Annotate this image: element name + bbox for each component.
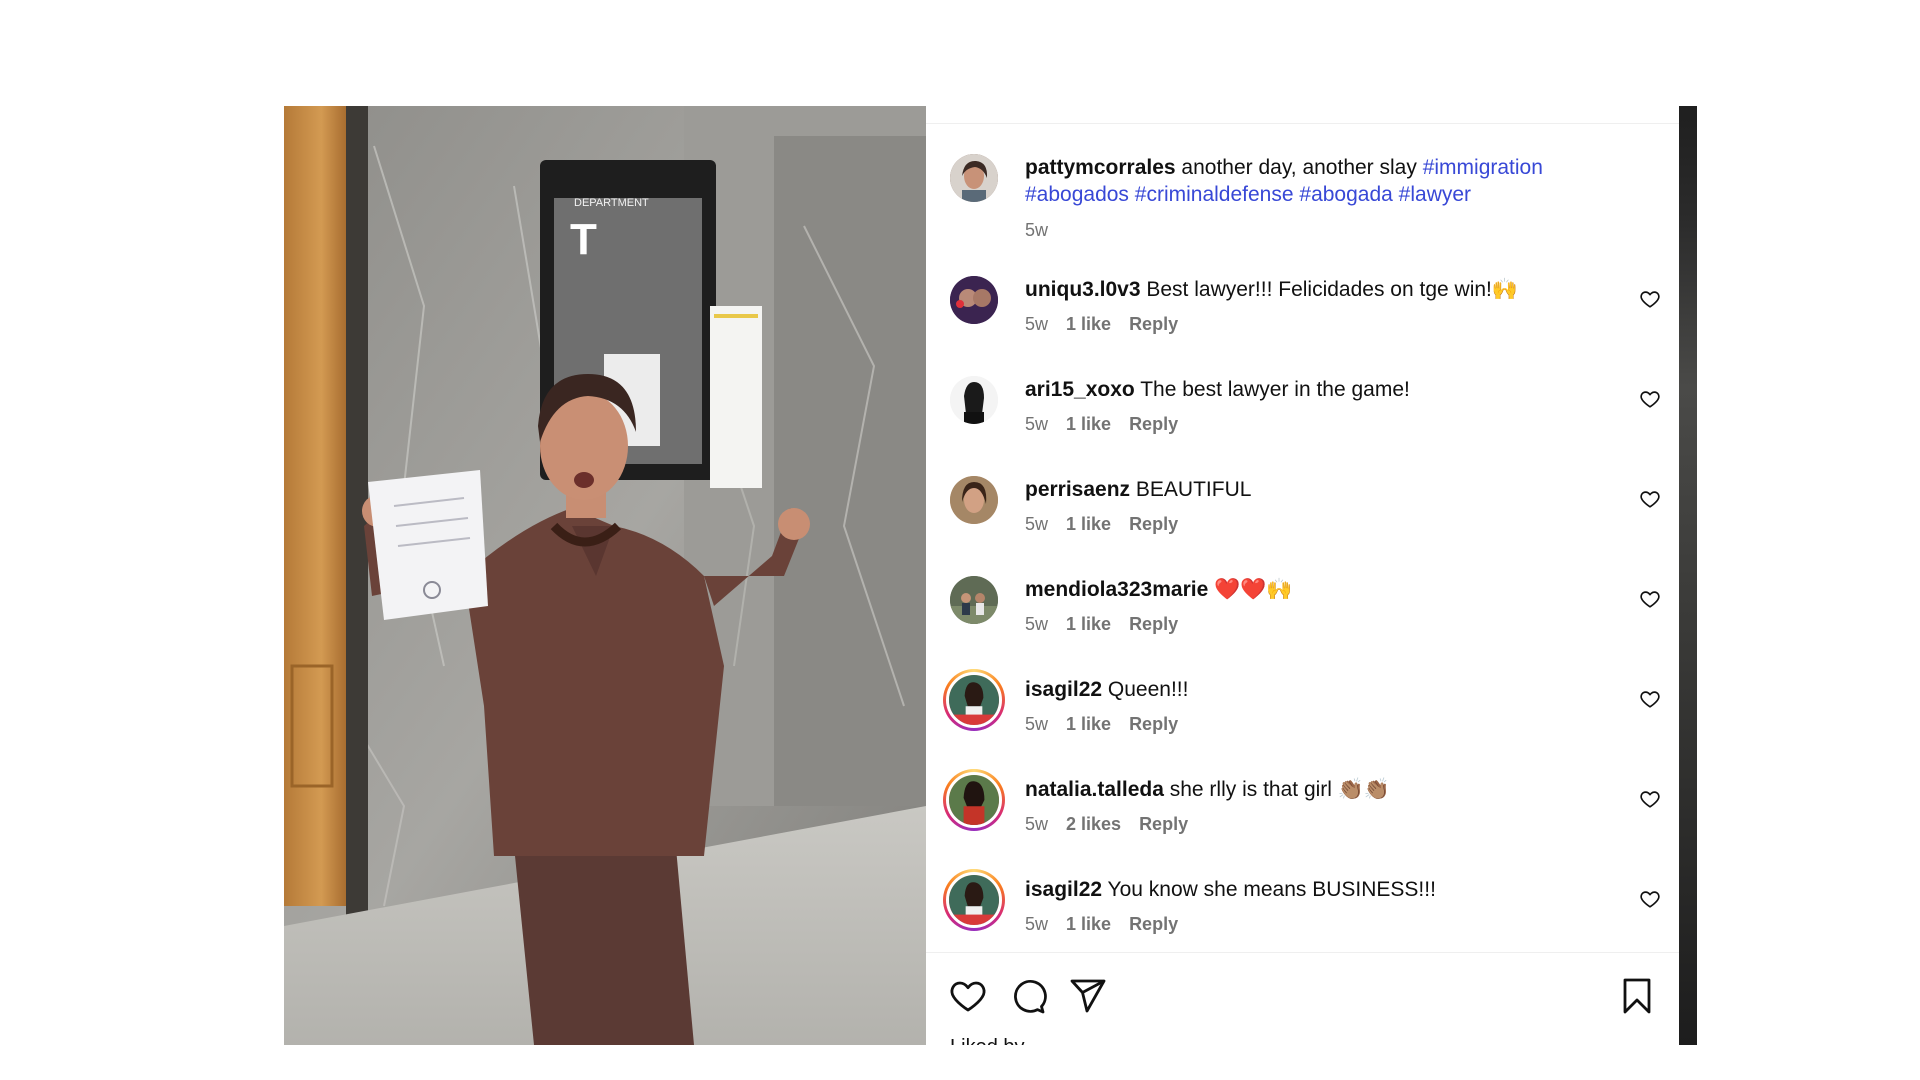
heart-icon[interactable] [1639, 688, 1661, 710]
comment-time[interactable]: 5w [1025, 714, 1048, 735]
comment-text: ❤️❤️🙌 [1214, 578, 1293, 601]
reply-button[interactable]: Reply [1129, 414, 1178, 435]
hashtag-link[interactable]: #immigration [1423, 156, 1543, 179]
next-post-edge [1679, 106, 1697, 1045]
caption-username[interactable]: pattymcorrales [1025, 156, 1176, 179]
avatar[interactable] [950, 476, 998, 524]
reply-button[interactable]: Reply [1129, 614, 1178, 635]
comment-text: she rlly is that girl 👏🏽👏🏽 [1169, 778, 1391, 801]
post-caption: pattymcorrales another day, another slay… [950, 154, 1679, 241]
avatar[interactable] [950, 154, 998, 202]
divider [926, 952, 1679, 953]
hashtag-link[interactable]: #abogados [1025, 183, 1129, 206]
comment-username[interactable]: isagil22 [1025, 678, 1102, 701]
hashtag-link[interactable]: #criminaldefense [1135, 183, 1294, 206]
comment-time[interactable]: 5w [1025, 814, 1048, 835]
comment-like-count[interactable]: 1 like [1066, 414, 1111, 435]
comments-panel: pattymcorrales another day, another slay… [926, 106, 1679, 1045]
avatar[interactable] [950, 376, 998, 424]
heart-icon[interactable] [1639, 788, 1661, 810]
comment-like-count[interactable]: 1 like [1066, 714, 1111, 735]
comment-username[interactable]: natalia.talleda [1025, 778, 1164, 801]
comment-item: isagil22 You know she means BUSINESS!!! … [943, 869, 1679, 935]
caption-text: another day, another slay [1181, 156, 1417, 179]
heart-icon[interactable] [1639, 888, 1661, 910]
comment-text: BEAUTIFUL [1135, 478, 1252, 501]
comment-text: Best lawyer!!! Felicidades on tge win!🙌 [1146, 278, 1519, 301]
paper-plane-icon[interactable] [1068, 976, 1108, 1016]
comment-text: You know she means BUSINESS!!! [1107, 878, 1436, 901]
comment-item: mendiola323marie ❤️❤️🙌 5w 1 like Reply [950, 576, 1679, 635]
post-media-video[interactable]: DEPARTMENT T [284, 106, 926, 1045]
heart-icon[interactable] [1639, 588, 1661, 610]
comment-username[interactable]: perrisaenz [1025, 478, 1130, 501]
avatar-story-ring[interactable] [943, 769, 1005, 831]
avatar-story-ring[interactable] [943, 869, 1005, 931]
heart-icon[interactable] [1639, 288, 1661, 310]
bookmark-icon[interactable] [1617, 976, 1657, 1016]
avatar[interactable] [950, 276, 998, 324]
comment-bubble-icon[interactable] [1008, 976, 1048, 1016]
avatar[interactable] [950, 576, 998, 624]
post-photo: DEPARTMENT T [284, 106, 926, 1045]
sign-letter-text: T [570, 215, 597, 264]
reply-button[interactable]: Reply [1129, 514, 1178, 535]
reply-button[interactable]: Reply [1129, 314, 1178, 335]
avatar-story-ring[interactable] [943, 669, 1005, 731]
comment-username[interactable]: uniqu3.l0v3 [1025, 278, 1141, 301]
comment-like-count[interactable]: 1 like [1066, 614, 1111, 635]
comment-time[interactable]: 5w [1025, 314, 1048, 335]
heart-icon[interactable] [1639, 388, 1661, 410]
comment-time[interactable]: 5w [1025, 914, 1048, 935]
comment-like-count[interactable]: 1 like [1066, 914, 1111, 935]
comment-text: The best lawyer in the game! [1140, 378, 1410, 401]
comment-username[interactable]: ari15_xoxo [1025, 378, 1135, 401]
comment-like-count[interactable]: 2 likes [1066, 814, 1121, 835]
comment-time[interactable]: 5w [1025, 414, 1048, 435]
comment-item: uniqu3.l0v3 Best lawyer!!! Felicidades o… [950, 276, 1679, 335]
comment-username[interactable]: mendiola323marie [1025, 578, 1208, 601]
comment-text: Queen!!! [1107, 678, 1189, 701]
comment-item: perrisaenz BEAUTIFUL 5w 1 like Reply [950, 476, 1679, 535]
comment-time[interactable]: 5w [1025, 514, 1048, 535]
comment-item: ari15_xoxo The best lawyer in the game! … [950, 376, 1679, 435]
comment-like-count[interactable]: 1 like [1066, 514, 1111, 535]
liked-by-text[interactable]: Liked by [950, 1036, 1025, 1045]
comments-list[interactable]: pattymcorrales another day, another slay… [926, 124, 1679, 1058]
reply-button[interactable]: Reply [1129, 914, 1178, 935]
heart-icon[interactable] [1639, 488, 1661, 510]
sign-department-text: DEPARTMENT [574, 197, 649, 209]
comment-time[interactable]: 5w [1025, 614, 1048, 635]
comment-item: natalia.talleda she rlly is that girl 👏🏽… [943, 769, 1679, 835]
hashtag-link[interactable]: #abogada [1299, 183, 1392, 206]
action-bar [948, 976, 1657, 1016]
comment-like-count[interactable]: 1 like [1066, 314, 1111, 335]
comment-username[interactable]: isagil22 [1025, 878, 1102, 901]
comment-item: isagil22 Queen!!! 5w 1 like Reply [943, 669, 1679, 735]
heart-outline-icon[interactable] [948, 976, 988, 1016]
hashtag-link[interactable]: #lawyer [1399, 183, 1471, 206]
reply-button[interactable]: Reply [1139, 814, 1188, 835]
caption-time[interactable]: 5w [1025, 220, 1048, 241]
reply-button[interactable]: Reply [1129, 714, 1178, 735]
